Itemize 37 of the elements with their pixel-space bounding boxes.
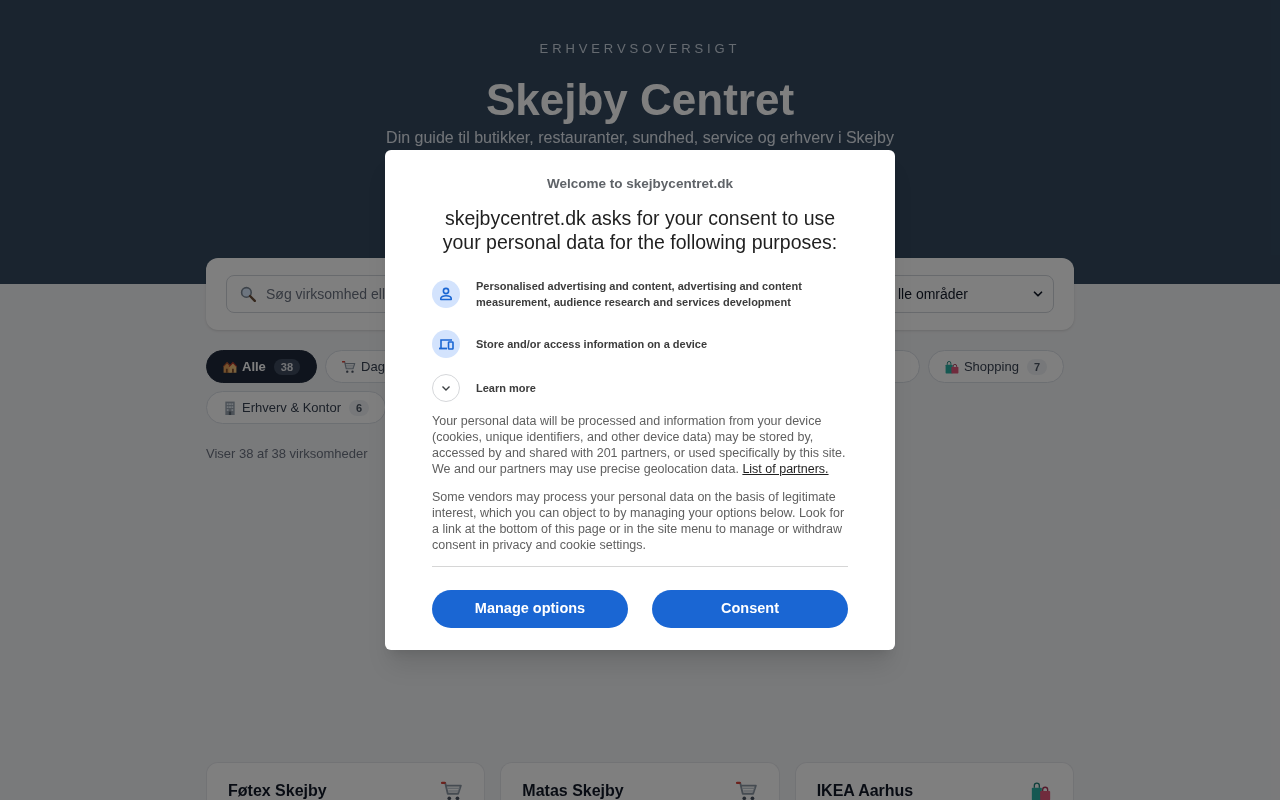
cart-icon bbox=[342, 359, 357, 374]
page-title: Skejby Centret bbox=[485, 74, 795, 126]
partners-link[interactable]: List of partners. bbox=[742, 462, 829, 476]
filter-chip[interactable]: Alle 38 bbox=[206, 350, 318, 383]
purpose-text: Store and/or access information on a device bbox=[476, 337, 708, 352]
search-icon bbox=[240, 286, 256, 302]
business-name: Matas Skejby bbox=[522, 781, 624, 800]
eyebrow-text: ERHVERVSOVERSIGT bbox=[539, 42, 741, 56]
consent-text: Your personal data will be processed and information from your device (cookies, unique identifiers, and other device data) may be stored by, accessed by and shared with 201 partners, or used specifically by this site. We and our partners may use precise geolocation data. List of partners. bbox=[432, 413, 847, 477]
subtitle-text: Din guide til butikker, restauranter, sundhed, service og erhverv i Skejby bbox=[386, 128, 894, 148]
houses-icon bbox=[223, 359, 237, 374]
dialog-heading: skejbycentret.dk asks for your consent to use your personal data for the following purposes: bbox=[441, 206, 839, 254]
chevron-down-icon bbox=[432, 374, 460, 402]
filter-chip[interactable]: Erhverv & Kontor 6 bbox=[206, 391, 387, 424]
business-name: IKEA Aarhus bbox=[816, 781, 914, 800]
count-badge: 6 bbox=[349, 399, 370, 416]
learn-more-button[interactable]: Learn more bbox=[432, 374, 536, 402]
business-card[interactable]: Føtex Skejby bbox=[206, 762, 486, 800]
count-badge: 38 bbox=[273, 358, 301, 375]
shopping-bags-icon bbox=[1030, 781, 1052, 800]
filter-chip[interactable]: Shopping 7 bbox=[927, 350, 1064, 383]
shopping-bags-icon bbox=[944, 359, 959, 374]
business-name: Føtex Skejby bbox=[228, 781, 327, 800]
person-icon bbox=[432, 280, 460, 308]
consent-button[interactable]: Consent bbox=[652, 590, 848, 628]
business-card[interactable]: Matas Skejby bbox=[500, 762, 780, 800]
manage-options-button[interactable]: Manage options bbox=[432, 590, 628, 628]
count-badge: 7 bbox=[1026, 358, 1047, 375]
devices-icon bbox=[432, 330, 460, 358]
business-card[interactable]: IKEA Aarhus bbox=[794, 762, 1074, 800]
dialog-welcome: Welcome to skejbycentret.dk bbox=[547, 175, 733, 193]
result-count: Viser 38 af 38 virksomheder bbox=[206, 446, 368, 462]
consent-text: Some vendors may process your personal data on the basis of legitimate interest, which you can object to by managing your options below. Look for a link at the bottom of this page or in the site menu to manage or withdraw consent in privacy and cookie settings. bbox=[432, 489, 846, 553]
cart-icon bbox=[735, 781, 758, 800]
office-building-icon bbox=[223, 400, 237, 415]
cart-icon bbox=[441, 781, 464, 800]
purpose-text: Personalised advertising and content, advertising and content measurement, audience research and services development bbox=[476, 279, 803, 310]
